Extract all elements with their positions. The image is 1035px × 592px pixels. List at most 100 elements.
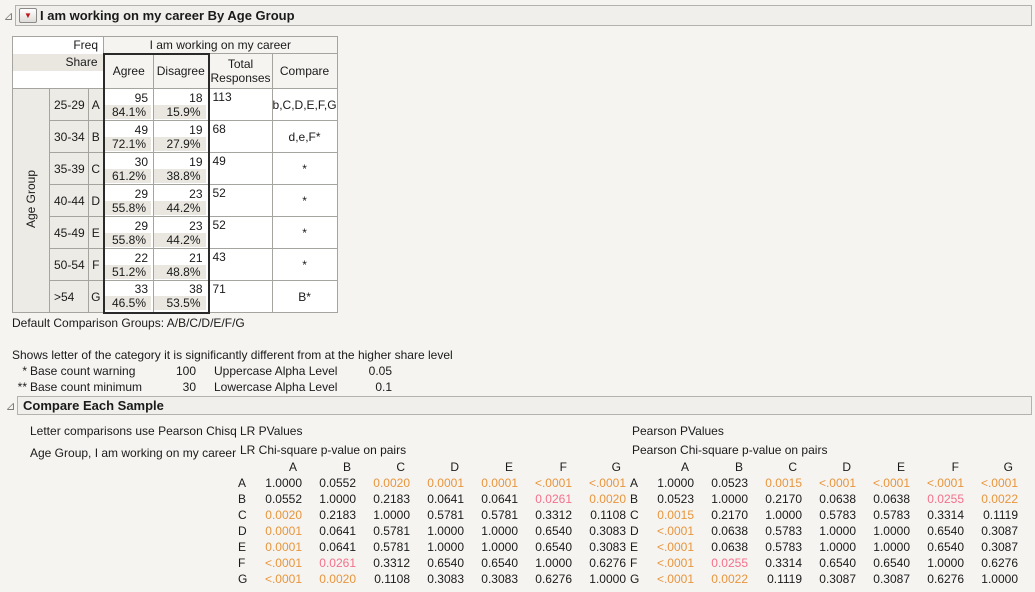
compare-title-box: Compare Each Sample [17,396,1032,415]
lr-pvalue-cell: 0.0261 [308,555,362,571]
agree-cell: 3061.2% [104,153,154,185]
lr-pvalue-cell: 0.6276 [578,555,632,571]
compare-section-bar: ⊿ Compare Each Sample [4,396,1032,415]
group-letter-cell: D [89,185,104,217]
lr-pvalue-cell: 0.0020 [362,475,416,491]
pearson-pvalue-cell: 0.5783 [808,507,862,523]
pearson-pvalue-cell: 0.6276 [970,555,1024,571]
pearson-row: D<.00010.06380.57831.00001.00000.65400.3… [630,523,1024,539]
pearson-matrix: ABCDEFGA1.00000.05230.0015<.0001<.0001<.… [630,459,1024,587]
agree-count: 30 [105,155,154,169]
agree-cell: 4972.1% [104,121,154,153]
pearson-pvalue-cell: 0.5783 [862,507,916,523]
pearson-pvalue-cell: 0.1119 [754,571,808,587]
pearson-pvalue-cell: 0.6540 [808,555,862,571]
pearson-column-header: A [646,459,700,475]
lr-pvalue-cell: 0.0261 [524,491,578,507]
disagree-share: 44.2% [154,233,206,247]
lr-pvalue-cell: 0.3083 [578,523,632,539]
lr-pvalue-cell: 0.0001 [416,475,470,491]
pearson-pvalue-cell: 0.0638 [862,491,916,507]
table-row: Age Group25-29A9584.1%1815.9%113b,C,D,E,… [13,89,338,121]
uppercase-alpha-label: Uppercase Alpha Level [214,363,360,379]
compare-disclosure-triangle-icon[interactable]: ⊿ [4,400,17,412]
lr-pvalue-cell: 0.1108 [578,507,632,523]
compare-cell: * [272,249,337,281]
disagree-share: 44.2% [154,201,206,215]
column-header-agree: Agree [104,54,154,89]
pearson-pvalue-cell: 1.0000 [862,539,916,555]
lr-pvalue-cell: 0.5781 [362,539,416,555]
pearson-row-label: F [630,555,646,571]
disclosure-triangle-icon[interactable]: ⊿ [2,10,15,22]
lr-pvalue-cell: <.0001 [578,475,632,491]
pearson-row-label: G [630,571,646,587]
lr-pvalue-cell: 0.0641 [308,539,362,555]
lr-pvalue-cell: 0.1108 [362,571,416,587]
pearson-row-label: A [630,475,646,491]
lr-pvalue-cell: 1.0000 [416,523,470,539]
pearson-pvalue-cell: 0.0638 [808,491,862,507]
freq-header: Freq [13,37,104,54]
disagree-count: 23 [154,187,208,201]
lr-column-header: G [578,459,632,475]
lr-pvalue-cell: 1.0000 [578,571,632,587]
lr-pvalue-cell: 0.3312 [362,555,416,571]
lr-pvalue-cell: <.0001 [254,571,308,587]
pearson-header-row: ABCDEFG [630,459,1024,475]
disagree-cell: 2148.8% [154,249,209,281]
pearson-pvalue-cell: <.0001 [646,539,700,555]
lr-pvalue-cell: 0.0001 [254,539,308,555]
age-group-cell: 30-34 [50,121,89,153]
pearson-pvalue-cell: 1.0000 [808,539,862,555]
lr-pvalue-cell: 0.3083 [578,539,632,555]
red-triangle-menu-button[interactable]: ▼ [19,8,37,23]
row-axis-label: Age Group [24,170,38,228]
pearson-pvalue-cell: 0.3087 [970,539,1024,555]
column-header-compare: Compare [272,54,337,89]
group-letter-cell: F [89,249,104,281]
compare-cell: B* [272,281,337,313]
pearson-row: E<.00010.06380.57831.00001.00000.65400.3… [630,539,1024,555]
lr-pvalue-cell: 0.0552 [254,491,308,507]
pearson-pvalue-cell: 1.0000 [646,475,700,491]
pearson-pvalue-cell: 0.2170 [700,507,754,523]
lowercase-alpha-value: 0.1 [360,379,392,395]
disagree-count: 19 [154,123,208,137]
lr-column-header: C [362,459,416,475]
lr-pvalue-cell: 0.0020 [308,571,362,587]
agree-count: 95 [105,91,154,105]
lr-pvalue-cell: <.0001 [524,475,578,491]
lr-pvalue-cell: 0.0001 [254,523,308,539]
pearson-pvalue-cell: 0.3314 [916,507,970,523]
agree-share: 51.2% [105,265,152,279]
lr-pvalue-cell: 0.2183 [362,491,416,507]
pearson-pvalue-cell: 0.6540 [916,523,970,539]
agree-count: 29 [105,219,154,233]
column-header-total: Total Responses [209,54,273,89]
lr-row: C0.00200.21831.00000.57810.57810.33120.1… [238,507,632,523]
red-triangle-menu-icon: ▼ [24,12,32,20]
group-letter-cell: E [89,217,104,249]
lr-column-header: B [308,459,362,475]
lr-row-label: B [238,491,254,507]
lr-pvalue-cell: 0.0641 [470,491,524,507]
pearson-pvalue-cell: <.0001 [646,571,700,587]
disagree-share: 15.9% [154,105,206,119]
pearson-pvalue-cell: 1.0000 [862,523,916,539]
pearson-pvalues-block: Pearson PValues Pearson Chi-square p-val… [630,420,1024,587]
total-responses-cell: 68 [209,121,273,153]
agree-cell: 2955.8% [104,185,154,217]
disagree-share: 48.8% [154,265,206,279]
agree-count: 22 [105,251,154,265]
agree-count: 29 [105,187,154,201]
uppercase-alpha-value: 0.05 [360,363,392,379]
lr-pvalue-cell: 0.0020 [254,507,308,523]
pearson-corner [630,459,646,475]
pearson-column-header: E [862,459,916,475]
lr-pvalue-cell: 0.5781 [416,507,470,523]
agree-share: 46.5% [105,296,152,310]
pearson-pvalue-cell: <.0001 [646,523,700,539]
pearson-pvalue-cell: 0.3087 [970,523,1024,539]
group-letter-cell: B [89,121,104,153]
